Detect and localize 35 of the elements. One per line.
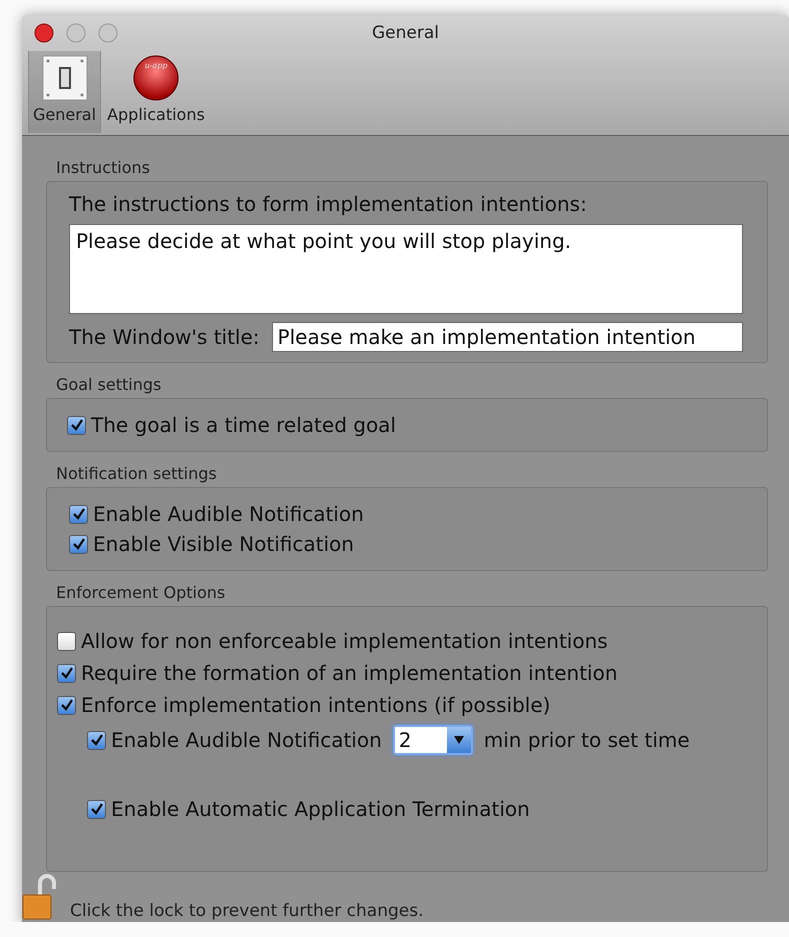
- instructions-text-area[interactable]: Please decide at what point you will stop playing.: [69, 224, 743, 314]
- open-padlock-icon[interactable]: [22, 873, 56, 921]
- minutes-dropdown[interactable]: 2: [392, 725, 473, 755]
- minutes-suffix: min prior to set time: [484, 728, 690, 752]
- section-heading: Instructions: [56, 158, 151, 177]
- window-title-field[interactable]: Please make an implementation intention: [272, 322, 743, 352]
- checkbox-label: Enable Audible Notification: [111, 728, 382, 752]
- checkbox-label: Enable Audible Notification: [93, 502, 364, 526]
- checkbox[interactable]: [57, 696, 76, 714]
- window-title-label: The Window's title:: [69, 325, 260, 349]
- checkbox-label: Enforce implementation intentions (if possible): [81, 693, 550, 717]
- section-heading: Enforcement Options: [56, 583, 226, 602]
- caret-icon: [454, 736, 464, 744]
- checkbox-label: Enable Automatic Application Termination: [111, 797, 530, 821]
- checkbox-label: Enable Visible Notification: [93, 532, 354, 556]
- toolbar-tab[interactable]: u-app Applications: [103, 51, 209, 133]
- checkbox[interactable]: [57, 632, 76, 650]
- ball-icon: u-app: [132, 55, 180, 101]
- section-heading: Notification settings: [56, 464, 218, 483]
- checkbox[interactable]: [57, 664, 76, 682]
- checkbox[interactable]: [69, 534, 88, 554]
- toolbar-tab[interactable]: General: [28, 51, 102, 133]
- status-text: Click the lock to prevent further changes.: [70, 901, 424, 921]
- checkbox[interactable]: [87, 800, 106, 818]
- checkbox-label: The goal is a time related goal: [91, 413, 396, 437]
- checkbox[interactable]: [69, 504, 88, 524]
- checkbox[interactable]: [67, 416, 86, 434]
- section-heading: Goal settings: [56, 375, 162, 394]
- checkbox[interactable]: [87, 730, 106, 750]
- light-switch-icon: [42, 55, 88, 101]
- window-title: General: [372, 23, 439, 43]
- instructions-prompt: The instructions to form implementation intentions:: [69, 192, 588, 216]
- checkbox-label: Require the formation of an implementation intention: [81, 661, 618, 685]
- close-button[interactable]: [34, 23, 54, 43]
- checkbox-label: Allow for non enforceable implementation intentions: [81, 629, 608, 653]
